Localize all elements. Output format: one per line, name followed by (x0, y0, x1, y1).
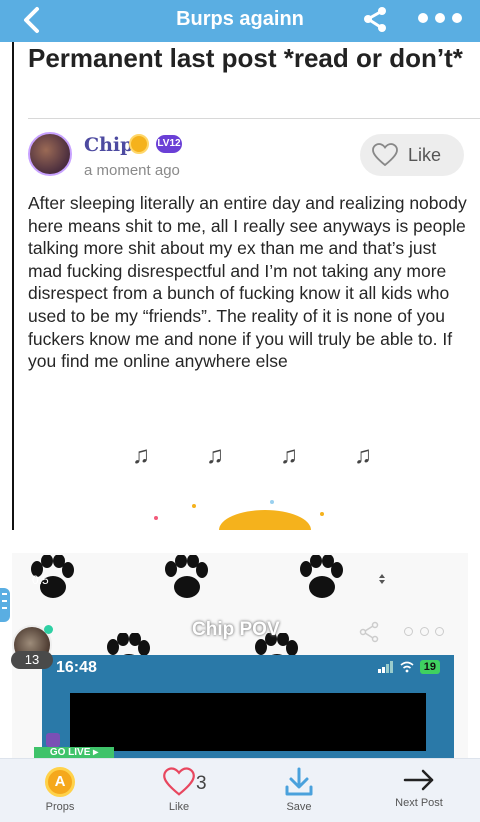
author-avatar[interactable] (28, 132, 72, 176)
music-note-icon: ♫ (280, 442, 298, 469)
heart-outline-icon (163, 767, 195, 796)
video-overlay-title: Chip POV (192, 619, 280, 640)
save-label: Save (286, 801, 312, 813)
gold-badge-icon (129, 134, 149, 154)
like-action-button[interactable]: Like (134, 767, 224, 813)
side-menu-tab[interactable] (0, 588, 10, 622)
paw-print-icon (300, 555, 343, 598)
app-icon (46, 733, 60, 747)
battery-level: 19 (419, 660, 440, 674)
go-live-banner: GO LIVE ▸ (34, 747, 114, 758)
sparkle-icon (270, 500, 274, 504)
like-button[interactable]: Like (360, 134, 464, 176)
post-title: Permanent last post *read or don’t* (28, 43, 463, 73)
sparkle-icon (154, 516, 158, 520)
redacted-block (70, 693, 426, 751)
sparkle-icon (192, 504, 196, 508)
wifi-icon (400, 661, 414, 673)
next-post-label: Next Post (395, 797, 443, 809)
music-notes-row: ♫ ♫ ♫ ♫ (132, 442, 372, 470)
next-post-button[interactable]: Next Post (374, 767, 464, 809)
like-label: Like (168, 801, 190, 813)
top-nav-bar: Burps againn (0, 0, 480, 42)
nav-title: Burps againn (176, 8, 304, 30)
download-icon (285, 767, 313, 796)
sort-arrows-icon (379, 574, 385, 584)
post-card: Permanent last post *read or don’t* Chip… (12, 42, 480, 530)
video-frame: 16:48 19 GO LIVE ▸ (34, 655, 454, 758)
music-note-icon: ♫ (206, 442, 224, 469)
signal-icon (377, 661, 393, 673)
props-button[interactable]: A Props (15, 767, 105, 813)
share-icon[interactable] (358, 621, 380, 643)
phone-status-icons: 19 (377, 660, 440, 674)
sparkle-icon (320, 512, 324, 516)
more-options-icon[interactable] (404, 627, 444, 637)
post-timestamp: a moment ago (84, 162, 180, 179)
divider (28, 118, 480, 119)
paw-print-icon (165, 555, 208, 598)
share-icon[interactable] (360, 4, 390, 34)
level-badge: LV12 (156, 135, 182, 153)
more-options-icon[interactable] (418, 8, 462, 28)
music-note-icon: ♫ (354, 442, 372, 469)
phone-clock: 16:48 (56, 659, 97, 676)
save-button[interactable]: Save (254, 767, 344, 813)
screen: Burps againn Permanent last post *read o… (0, 0, 480, 822)
like-count: 3 (196, 773, 207, 794)
online-status-dot (44, 625, 53, 634)
corner-label: 0.5 (32, 573, 49, 587)
bottom-action-bar: A Props Like 3 Save Next Post (0, 758, 480, 822)
props-coin-icon: A (45, 767, 75, 797)
post-body: After sleeping literally an entire day a… (28, 193, 467, 372)
like-button-label: Like (408, 144, 442, 165)
heart-outline-icon (372, 143, 398, 167)
coin-icon (219, 510, 311, 530)
video-embed[interactable]: 0.5 Chip POV 16:48 19 GO LIVE ▸ (12, 553, 468, 758)
props-label: Props (45, 801, 75, 813)
author-name[interactable]: Chip (84, 134, 133, 156)
arrow-right-icon (403, 769, 434, 791)
online-count-badge[interactable]: 13 (11, 651, 53, 669)
music-note-icon: ♫ (132, 442, 150, 469)
